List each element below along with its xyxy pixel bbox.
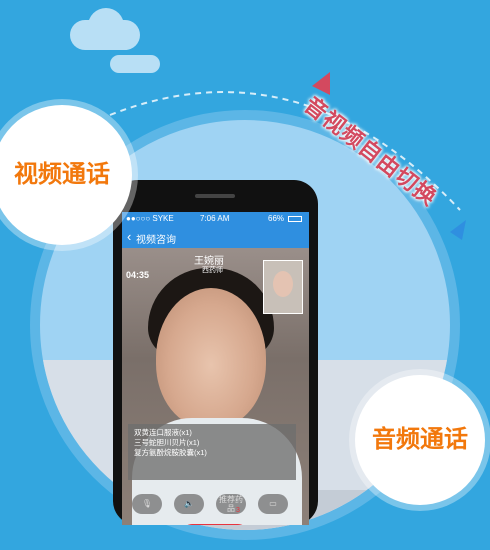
back-label[interactable]: 视频咨询: [136, 231, 176, 246]
local-video-pip[interactable]: [263, 260, 303, 314]
audio-call-badge: 音频通话: [355, 375, 485, 505]
remote-video: 04:35 王婉丽 西药师 双黄连口服液(x1) 三号蛇胆川贝片(x1) 复方氨…: [122, 248, 309, 525]
recommend-button[interactable]: 推荐药品 3: [216, 494, 246, 514]
mute-button[interactable]: 🎙: [132, 494, 162, 514]
phone: ●●○○○ SYKE 7:06 AM 66% ‹ 视频咨询 04:35 王婉丽 …: [113, 180, 318, 525]
phone-speaker: [195, 194, 235, 198]
arrow-down-icon: [450, 220, 466, 240]
switch-camera-icon: ▭: [269, 499, 277, 508]
battery-level: 66%: [268, 214, 285, 223]
prescription-item: 双黄连口服液(x1): [134, 428, 192, 437]
prescription-panel: 双黄连口服液(x1) 三号蛇胆川贝片(x1) 复方氨酚烷胺胶囊(x1): [128, 424, 296, 480]
battery-icon: [288, 216, 302, 222]
hangup-button[interactable]: ☎: [182, 524, 248, 525]
person-face: [156, 288, 266, 428]
speaker-icon: 🔈: [184, 499, 194, 508]
pip-face: [273, 271, 293, 297]
phone-screen: ●●○○○ SYKE 7:06 AM 66% ‹ 视频咨询 04:35 王婉丽 …: [122, 212, 309, 525]
chevron-left-icon[interactable]: ‹: [127, 230, 131, 243]
recommend-badge: 3: [236, 507, 240, 514]
call-timer: 04:35: [126, 270, 150, 280]
nav-bar: ‹ 视频咨询: [122, 226, 309, 248]
doctor-role: 西药师: [202, 267, 223, 274]
carrier: ●●○○○ SYKE: [126, 214, 174, 223]
mute-icon: 🎙: [141, 499, 153, 508]
prescription-item: 三号蛇胆川贝片(x1): [134, 438, 200, 447]
switch-camera-button[interactable]: ▭: [258, 494, 288, 514]
clock: 7:06 AM: [200, 214, 230, 223]
status-bar: ●●○○○ SYKE 7:06 AM 66%: [122, 212, 309, 226]
speaker-button[interactable]: 🔈: [174, 494, 204, 514]
prescription-item: 复方氨酚烷胺胶囊(x1): [134, 448, 207, 457]
